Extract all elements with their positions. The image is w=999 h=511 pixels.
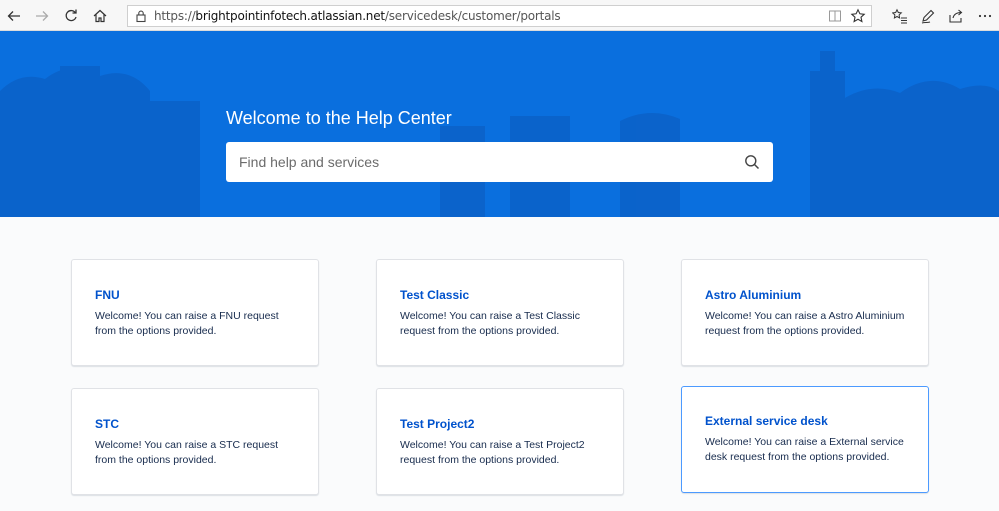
favorite-star-icon[interactable] (850, 8, 866, 24)
portal-title[interactable]: Test Classic (400, 288, 605, 302)
forward-icon[interactable] (32, 6, 52, 26)
browser-toolbar: https://brightpointinfotech.atlassian.ne… (0, 0, 999, 31)
search-icon[interactable] (744, 154, 760, 170)
city-skyline-illustration (0, 51, 999, 217)
more-icon[interactable] (975, 6, 995, 26)
reading-view-icon[interactable] (828, 9, 842, 23)
url-text[interactable]: https://brightpointinfotech.atlassian.ne… (154, 9, 561, 23)
portal-title[interactable]: External service desk (705, 414, 910, 428)
share-icon[interactable] (946, 6, 966, 26)
favorites-list-icon[interactable] (890, 6, 910, 26)
home-icon[interactable] (90, 6, 110, 26)
portal-description: Welcome! You can raise a External servic… (705, 436, 904, 463)
search-box[interactable] (226, 142, 773, 182)
portal-description: Welcome! You can raise a Astro Aluminium… (705, 310, 905, 337)
portal-card-fnu[interactable]: FNU Welcome! You can raise a FNU request… (71, 259, 319, 366)
portal-card-astro-aluminium[interactable]: Astro Aluminium Welcome! You can raise a… (681, 259, 929, 366)
pen-icon[interactable] (918, 6, 938, 26)
search-input[interactable] (226, 142, 731, 182)
hero-banner: Welcome to the Help Center (0, 31, 999, 217)
lock-icon (136, 10, 146, 23)
help-center-title: Welcome to the Help Center (226, 108, 452, 128)
address-bar[interactable]: https://brightpointinfotech.atlassian.ne… (127, 5, 872, 27)
portal-description: Welcome! You can raise a FNU request fro… (95, 310, 279, 337)
portal-card-test-classic[interactable]: Test Classic Welcome! You can raise a Te… (376, 259, 624, 366)
portal-card-test-project2[interactable]: Test Project2 Welcome! You can raise a T… (376, 388, 624, 495)
portal-title[interactable]: Test Project2 (400, 417, 605, 431)
portal-card-stc[interactable]: STC Welcome! You can raise a STC request… (71, 388, 319, 495)
portal-description: Welcome! You can raise a Test Classic re… (400, 310, 580, 337)
refresh-icon[interactable] (61, 6, 81, 26)
portal-title[interactable]: FNU (95, 288, 300, 302)
portal-card-external-service-desk[interactable]: External service desk Welcome! You can r… (681, 386, 929, 493)
portal-title[interactable]: Astro Aluminium (705, 288, 910, 302)
portal-description: Welcome! You can raise a Test Project2 r… (400, 439, 585, 466)
portal-title[interactable]: STC (95, 417, 300, 431)
portal-list: FNU Welcome! You can raise a FNU request… (0, 217, 999, 511)
portal-description: Welcome! You can raise a STC request fro… (95, 439, 279, 466)
back-icon[interactable] (4, 6, 24, 26)
